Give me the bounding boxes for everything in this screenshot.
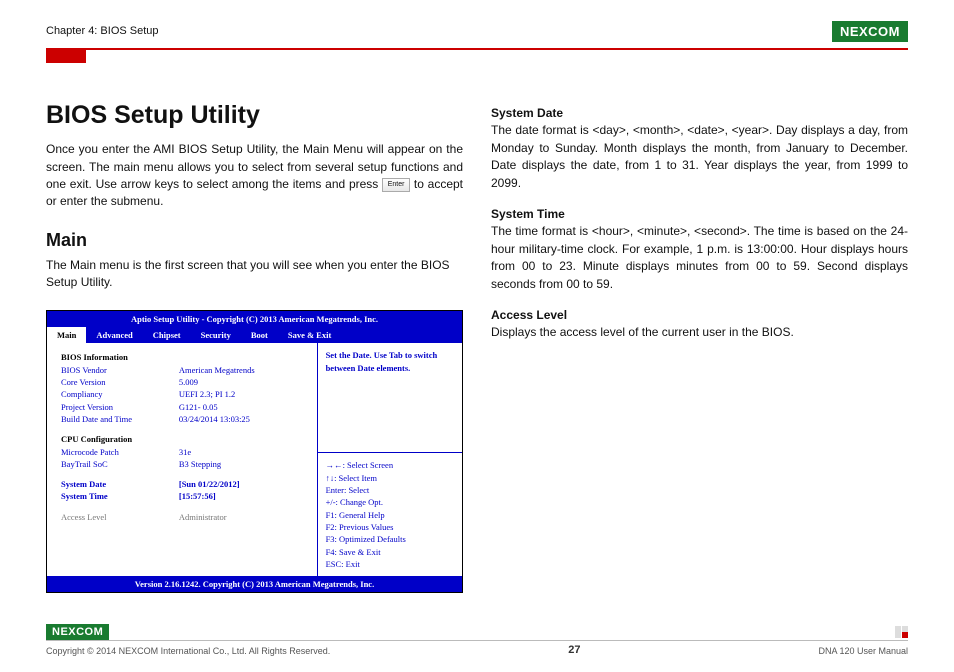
header-tab-marker (46, 49, 86, 63)
bios-key: System Date (61, 478, 179, 490)
page-header: Chapter 4: BIOS Setup NEXCOM (46, 18, 908, 44)
bios-row: Build Date and Time03/24/2014 13:03:25 (61, 413, 307, 425)
bios-footer-bar: Version 2.16.1242. Copyright (C) 2013 Am… (47, 576, 462, 592)
bios-val: Administrator (179, 511, 307, 523)
brand-logo: NEXCOM (832, 21, 908, 42)
footer-copyright: Copyright © 2014 NEXCOM International Co… (46, 646, 330, 656)
bios-val: American Megatrends (179, 364, 307, 376)
help-key: +/-: Change Opt. (326, 496, 454, 508)
bios-val: 5.009 (179, 376, 307, 388)
bios-right-pane: Set the Date. Use Tab to switch between … (318, 343, 462, 576)
bios-row: BayTrail SoCB3 Stepping (61, 458, 307, 470)
bios-tab-boot: Boot (241, 327, 278, 343)
paragraph-system-date: The date format is <day>, <month>, <date… (491, 122, 908, 192)
bios-tab-chipset: Chipset (143, 327, 191, 343)
content-columns: BIOS Setup Utility Once you enter the AM… (46, 63, 908, 593)
bios-val: B3 Stepping (179, 458, 307, 470)
bios-val: [Sun 01/22/2012] (179, 478, 307, 490)
bios-left-pane: BIOS Information BIOS VendorAmerican Meg… (47, 343, 318, 576)
left-column: BIOS Setup Utility Once you enter the AM… (46, 97, 463, 593)
footer-row: NEXCOM (46, 624, 908, 640)
main-description: The Main menu is the first screen that y… (46, 257, 463, 292)
help-key: F3: Optimized Defaults (326, 533, 454, 545)
bios-tab-main: Main (47, 327, 86, 343)
paragraph-system-time: The time format is <hour>, <minute>, <se… (491, 223, 908, 293)
bios-key: Compliancy (61, 388, 179, 400)
bios-key: Core Version (61, 376, 179, 388)
bios-val: G121- 0.05 (179, 401, 307, 413)
square-icon-red (902, 632, 908, 638)
page-footer: NEXCOM Copyright © 2014 NEXCOM Internati… (46, 624, 908, 656)
footer-logo: NEXCOM (46, 624, 109, 640)
bios-val: 03/24/2014 13:03:25 (179, 413, 307, 425)
logo-text: NEXCOM (832, 21, 908, 42)
heading-access-level: Access Level (491, 307, 908, 324)
bios-row: Project VersionG121- 0.05 (61, 401, 307, 413)
help-key: F2: Previous Values (326, 521, 454, 533)
bios-key-help: →←: Select Screen ↑↓: Select Item Enter:… (318, 453, 462, 576)
help-key: F4: Save & Exit (326, 546, 454, 558)
help-key: ↑↓: Select Item (326, 472, 454, 484)
footer-left: NEXCOM (46, 624, 109, 640)
bios-tab-security: Security (191, 327, 241, 343)
footer-manual-name: DNA 120 User Manual (818, 646, 908, 656)
bios-val: UEFI 2.3; PI 1.2 (179, 388, 307, 400)
bios-section-bios-information: BIOS Information (61, 351, 307, 363)
bios-setup-screenshot: Aptio Setup Utility - Copyright (C) 2013… (46, 310, 463, 594)
chapter-label: Chapter 4: BIOS Setup (46, 25, 159, 37)
bios-tab-save-exit: Save & Exit (278, 327, 341, 343)
bios-row-highlight: System Date[Sun 01/22/2012] (61, 478, 307, 490)
spacer (61, 470, 307, 478)
header-rule (46, 48, 908, 50)
bios-key: Build Date and Time (61, 413, 179, 425)
help-key: →←: Select Screen (326, 459, 454, 471)
bios-key: Project Version (61, 401, 179, 413)
heading-system-time: System Time (491, 206, 908, 223)
intro-paragraph: Once you enter the AMI BIOS Setup Utilit… (46, 141, 463, 211)
bios-section-cpu-configuration: CPU Configuration (61, 433, 307, 445)
bios-row-highlight: System Time[15:57:56] (61, 490, 307, 502)
footer-rule (46, 640, 908, 641)
help-key: ESC: Exit (326, 558, 454, 570)
bios-menu-tabs: Main Advanced Chipset Security Boot Save… (47, 327, 462, 343)
bios-key: BayTrail SoC (61, 458, 179, 470)
help-key: F1: General Help (326, 509, 454, 521)
heading-system-date: System Date (491, 105, 908, 122)
page-title: BIOS Setup Utility (46, 97, 463, 133)
bios-row: Core Version5.009 (61, 376, 307, 388)
bios-key: Microcode Patch (61, 446, 179, 458)
bios-key: Access Level (61, 511, 179, 523)
bios-row: Access LevelAdministrator (61, 511, 307, 523)
spacer (61, 425, 307, 433)
bios-row: Microcode Patch31e (61, 446, 307, 458)
square-icon (895, 632, 901, 638)
bios-row: BIOS VendorAmerican Megatrends (61, 364, 307, 376)
footer-row-2: Copyright © 2014 NEXCOM International Co… (46, 644, 908, 656)
help-key: Enter: Select (326, 484, 454, 496)
right-column: System Date The date format is <day>, <m… (491, 97, 908, 593)
bios-val: 31e (179, 446, 307, 458)
bios-row: CompliancyUEFI 2.3; PI 1.2 (61, 388, 307, 400)
enter-key-icon: Enter (382, 178, 410, 192)
bios-key: System Time (61, 490, 179, 502)
main-heading: Main (46, 227, 463, 253)
bios-val: [15:57:56] (179, 490, 307, 502)
paragraph-access-level: Displays the access level of the current… (491, 324, 908, 341)
bios-title-bar: Aptio Setup Utility - Copyright (C) 2013… (47, 311, 462, 327)
bios-help-text: Set the Date. Use Tab to switch between … (318, 343, 462, 453)
bios-tab-advanced: Advanced (86, 327, 142, 343)
bios-body: BIOS Information BIOS VendorAmerican Meg… (47, 343, 462, 576)
bios-key: BIOS Vendor (61, 364, 179, 376)
footer-right-squares (894, 626, 908, 638)
page-number: 27 (568, 644, 580, 656)
spacer (61, 503, 307, 511)
